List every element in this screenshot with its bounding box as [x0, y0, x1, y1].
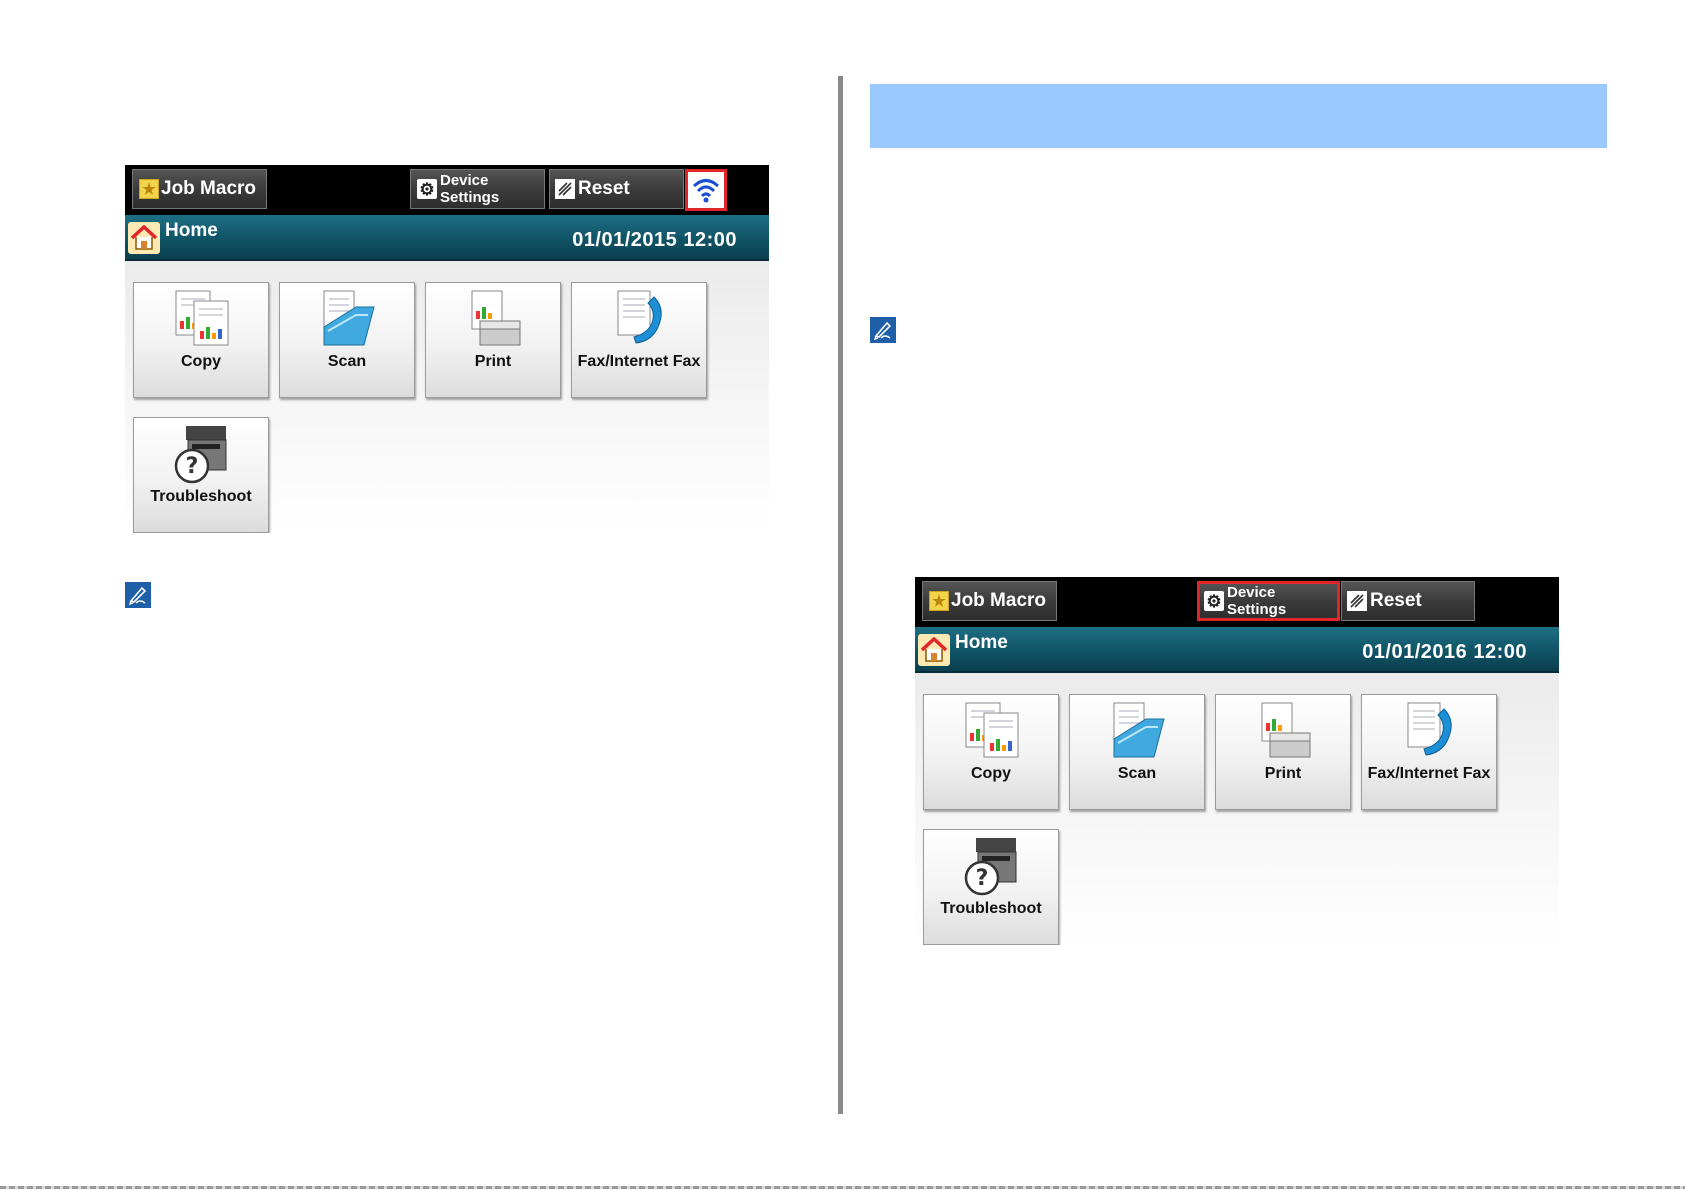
- svg-text:?: ?: [976, 866, 989, 891]
- note-icon: [870, 317, 896, 343]
- job-macro-button[interactable]: ★ Job Macro: [132, 169, 267, 209]
- home-icon[interactable]: [128, 222, 160, 254]
- copy-icon: [175, 290, 229, 346]
- gear-icon: ⚙: [1204, 591, 1224, 611]
- troubleshoot-icon: ?: [174, 426, 227, 484]
- column-divider: [838, 76, 843, 1114]
- top-bar: ★ Job Macro ⚙ Device Settings Reset: [915, 577, 1559, 627]
- home-bar: Home 01/01/2016 12:00: [915, 627, 1559, 673]
- scan-tile[interactable]: Scan: [1069, 694, 1205, 810]
- device-settings-button[interactable]: ⚙ Device Settings: [410, 169, 545, 209]
- note-icon: [125, 582, 151, 608]
- home-title: Home: [955, 632, 1008, 653]
- troubleshoot-tile[interactable]: ? Troubleshoot: [133, 417, 269, 533]
- print-icon: [1261, 702, 1311, 758]
- print-tile[interactable]: Print: [1215, 694, 1351, 810]
- wireless-button[interactable]: [685, 169, 727, 211]
- scan-icon: [1113, 702, 1165, 758]
- section-heading-banner: [870, 84, 1607, 148]
- device-settings-button[interactable]: ⚙ Device Settings: [1197, 581, 1340, 621]
- troubleshoot-tile[interactable]: ? Troubleshoot: [923, 829, 1059, 945]
- datetime: 01/01/2015 12:00: [572, 229, 737, 251]
- datetime: 01/01/2016 12:00: [1362, 641, 1527, 663]
- scan-tile[interactable]: Scan: [279, 282, 415, 398]
- reset-icon: [555, 179, 575, 199]
- reset-button[interactable]: Reset: [1341, 581, 1475, 621]
- print-icon: [471, 290, 521, 346]
- home-bar: Home 01/01/2015 12:00: [125, 215, 769, 261]
- fax-tile[interactable]: Fax/Internet Fax: [1361, 694, 1497, 810]
- star-icon: ★: [929, 591, 949, 611]
- fax-icon: [1407, 702, 1452, 756]
- print-tile[interactable]: Print: [425, 282, 561, 398]
- home-icon[interactable]: [918, 634, 950, 666]
- troubleshoot-icon: ?: [964, 838, 1017, 896]
- reset-button[interactable]: Reset: [549, 169, 684, 209]
- copy-tile[interactable]: Copy: [133, 282, 269, 398]
- svg-text:?: ?: [186, 454, 199, 479]
- copy-icon: [965, 702, 1019, 758]
- wifi-icon: [692, 179, 720, 203]
- printer-home-screen-1: ★ Job Macro ⚙ Device Settings Reset Home…: [125, 165, 769, 533]
- scan-icon: [323, 290, 375, 346]
- page-bottom-rule: [0, 1186, 1685, 1189]
- printer-home-screen-2: ★ Job Macro ⚙ Device Settings Reset Home…: [915, 577, 1559, 945]
- fax-icon: [617, 290, 662, 344]
- reset-icon: [1347, 591, 1367, 611]
- top-bar: ★ Job Macro ⚙ Device Settings Reset: [125, 165, 769, 215]
- copy-tile[interactable]: Copy: [923, 694, 1059, 810]
- job-macro-button[interactable]: ★ Job Macro: [922, 581, 1057, 621]
- fax-tile[interactable]: Fax/Internet Fax: [571, 282, 707, 398]
- gear-icon: ⚙: [417, 179, 437, 199]
- star-icon: ★: [139, 179, 159, 199]
- home-title: Home: [165, 220, 218, 241]
